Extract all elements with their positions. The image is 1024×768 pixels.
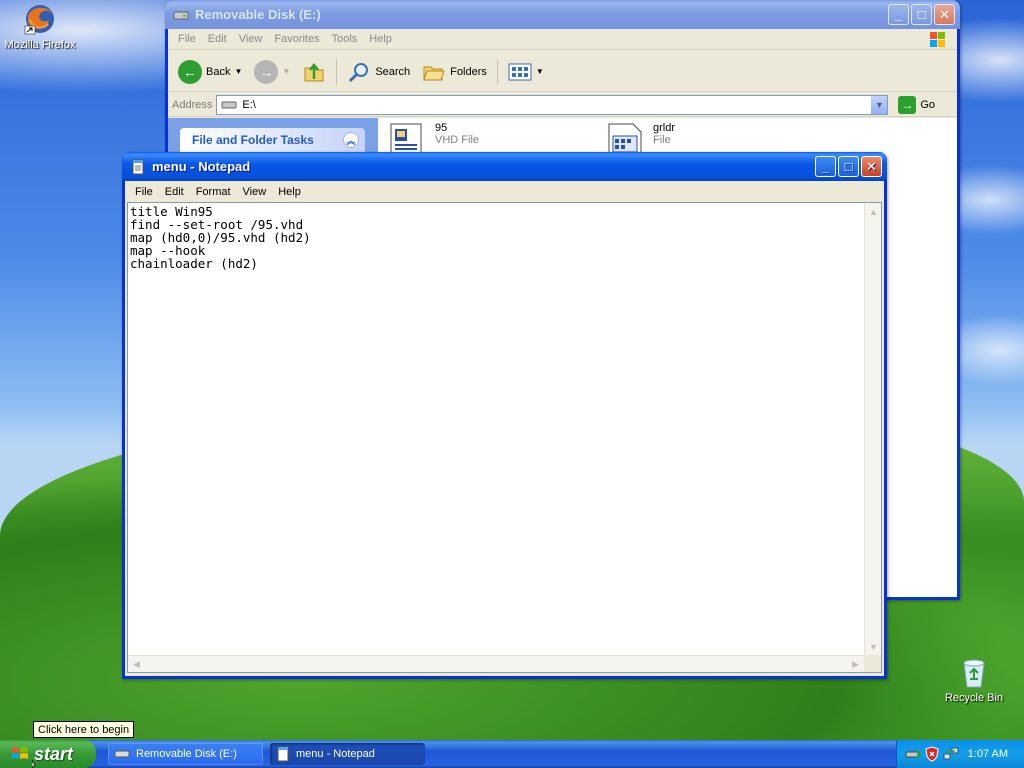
start-tooltip: Click here to begin (33, 721, 135, 738)
address-label: Address (172, 98, 213, 111)
close-button[interactable]: ✕ (861, 156, 882, 177)
dropdown-arrow-icon: ▼ (234, 67, 243, 76)
vertical-scrollbar[interactable]: ▲ ▼ (864, 203, 881, 655)
task-pane-header[interactable]: File and Folder Tasks ︽ (180, 128, 365, 152)
menu-view[interactable]: View (237, 186, 273, 198)
network-icon[interactable] (943, 746, 959, 762)
file-name: grldr (653, 122, 676, 134)
explorer-menubar: File Edit View Favorites Tools Help (168, 29, 957, 50)
scroll-left-arrow-icon[interactable]: ◀ (128, 656, 145, 673)
file-type: VHD File (435, 134, 480, 146)
explorer-titlebar[interactable]: Removable Disk (E:) _ □ ✕ (165, 0, 960, 29)
notepad-window: menu - Notepad _ □ ✕ File Edit Format Vi… (122, 152, 887, 679)
go-arrow-icon: → (898, 95, 917, 114)
minimize-button[interactable]: _ (888, 4, 909, 25)
close-button[interactable]: ✕ (934, 4, 955, 25)
scroll-right-arrow-icon[interactable]: ▶ (847, 656, 864, 673)
security-shield-icon[interactable] (925, 746, 939, 762)
task-pane-title: File and Folder Tasks (192, 133, 314, 147)
address-input[interactable]: E:\ ▼ (216, 94, 889, 115)
scroll-down-arrow-icon[interactable]: ▼ (865, 638, 882, 655)
menu-file[interactable]: File (172, 33, 202, 45)
notepad-menubar: File Edit Format View Help (125, 181, 884, 202)
file-type: File (653, 134, 671, 146)
taskbar-button-label: Removable Disk (E:) (136, 748, 237, 760)
taskbar-button-notepad[interactable]: menu - Notepad (270, 743, 425, 765)
menu-format[interactable]: Format (190, 186, 237, 198)
taskbar-button-explorer[interactable]: Removable Disk (E:) (108, 743, 263, 765)
dropdown-arrow-icon: ▼ (282, 67, 291, 76)
toolbar-separator (496, 58, 498, 85)
drive-icon (173, 11, 189, 19)
window-title: menu - Notepad (152, 159, 251, 174)
views-icon (508, 63, 532, 80)
views-button[interactable]: ▼ (504, 61, 548, 83)
drive-icon (114, 750, 130, 758)
resize-grip-icon[interactable] (864, 655, 881, 672)
scroll-up-arrow-icon[interactable]: ▲ (865, 203, 882, 220)
notepad-titlebar[interactable]: menu - Notepad _ □ ✕ (122, 152, 887, 181)
back-arrow-icon: ← (178, 59, 202, 84)
notepad-text-content[interactable]: title Win95 find --set-root /95.vhd map … (130, 205, 861, 652)
minimize-button[interactable]: _ (815, 156, 836, 177)
forward-button[interactable]: → ▼ (250, 59, 294, 84)
desktop-icon-recycle-bin[interactable]: Recycle Bin (934, 657, 1014, 704)
file-name: 95 (435, 122, 448, 134)
safely-remove-hardware-icon[interactable] (905, 747, 921, 761)
menu-help[interactable]: Help (363, 33, 398, 45)
forward-arrow-icon: → (254, 59, 279, 84)
go-button[interactable]: → Go (898, 95, 936, 114)
dropdown-arrow-icon: ▼ (535, 67, 544, 76)
maximize-button[interactable]: □ (838, 156, 859, 177)
back-label: Back (206, 65, 231, 78)
taskbar: start Removable Disk (E:) menu - Notepad… (0, 740, 1024, 768)
search-icon (349, 62, 369, 82)
up-folder-icon (304, 62, 324, 81)
window-title: Removable Disk (E:) (195, 7, 321, 22)
windows-flag-icon (12, 747, 28, 759)
collapse-chevron-icon[interactable]: ︽ (343, 132, 359, 148)
firefox-icon (24, 5, 54, 35)
folders-button[interactable]: Folders (418, 60, 491, 84)
drive-icon (221, 101, 237, 108)
windows-logo-icon (930, 32, 945, 47)
address-bar: Address E:\ ▼ → Go (168, 93, 957, 117)
menu-edit[interactable]: Edit (159, 186, 190, 198)
folders-icon (423, 66, 445, 80)
mouse-cursor-icon (32, 760, 36, 768)
desktop-icon-label: Recycle Bin (944, 692, 1004, 704)
folders-label: Folders (450, 65, 487, 78)
address-value: E:\ (242, 98, 256, 111)
menu-file[interactable]: File (129, 186, 159, 198)
recycle-bin-icon (963, 659, 985, 688)
up-folder-button[interactable] (298, 60, 330, 84)
search-label: Search (375, 65, 411, 78)
start-button[interactable]: start (0, 740, 96, 768)
go-label: Go (920, 98, 936, 111)
taskbar-button-label: menu - Notepad (296, 748, 375, 760)
menu-help[interactable]: Help (272, 186, 307, 198)
address-dropdown-button[interactable]: ▼ (870, 95, 888, 114)
explorer-toolbar: ← Back ▼ → ▼ Search Folders ▼ (168, 52, 957, 92)
system-tray: 1:07 AM (896, 740, 1024, 768)
search-button[interactable]: Search (343, 60, 414, 84)
horizontal-scrollbar[interactable]: ◀ ▶ (128, 655, 864, 672)
menu-view[interactable]: View (233, 33, 269, 45)
notepad-icon (277, 746, 289, 762)
clock[interactable]: 1:07 AM (968, 748, 1008, 760)
back-button[interactable]: ← Back ▼ (174, 59, 246, 84)
menu-tools[interactable]: Tools (326, 33, 364, 45)
menu-favorites[interactable]: Favorites (268, 33, 325, 45)
maximize-button[interactable]: □ (911, 4, 932, 25)
toolbar-separator (336, 58, 338, 85)
desktop-icon-firefox[interactable]: Mozilla Firefox (0, 2, 80, 51)
notepad-icon (132, 159, 144, 174)
desktop-icon-label: Mozilla Firefox (4, 39, 76, 51)
notepad-edit-area[interactable]: title Win95 find --set-root /95.vhd map … (127, 202, 882, 673)
menu-edit[interactable]: Edit (202, 33, 233, 45)
